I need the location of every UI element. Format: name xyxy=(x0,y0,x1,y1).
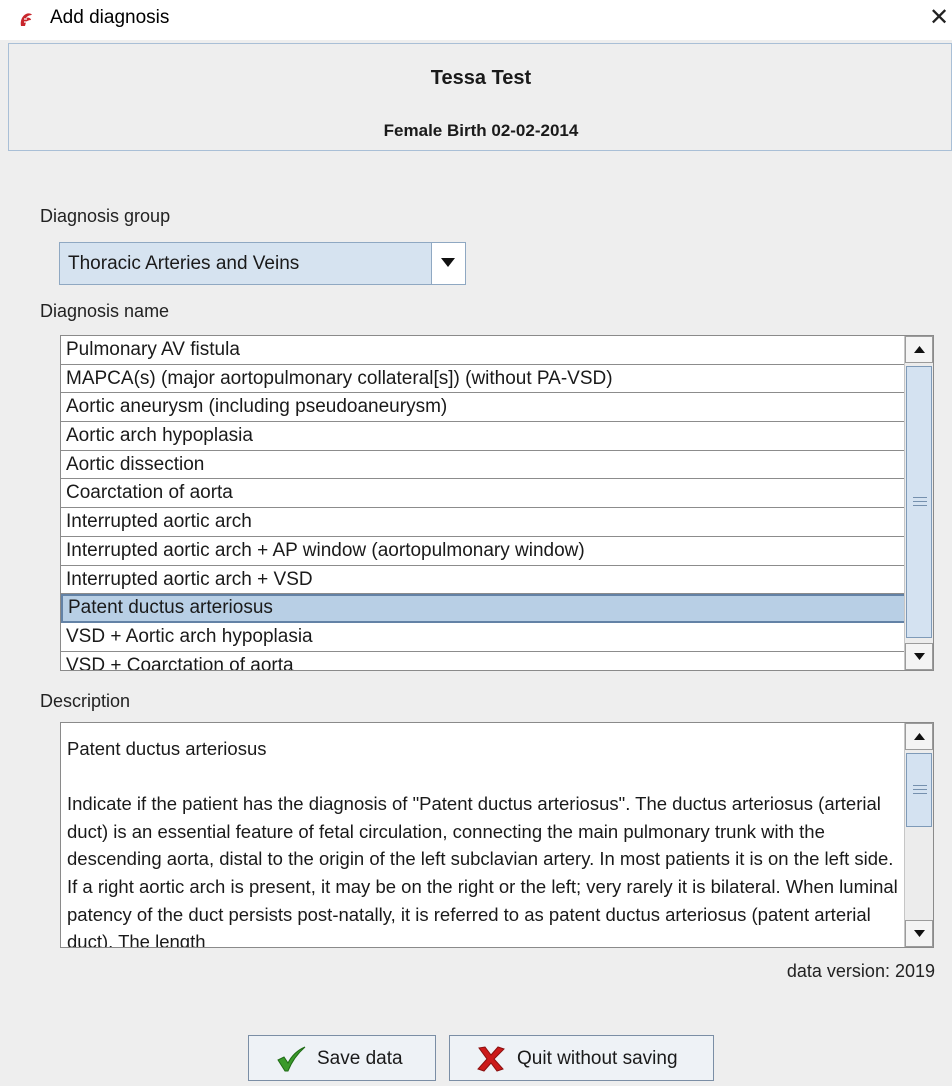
description-textarea[interactable]: Patent ductus arteriosus Indicate if the… xyxy=(60,722,934,948)
list-item[interactable]: Pulmonary AV fistula xyxy=(61,336,906,365)
scroll-down-button[interactable] xyxy=(905,920,933,947)
diagnosis-name-label: Diagnosis name xyxy=(40,301,170,321)
save-button[interactable]: Save data xyxy=(248,1035,436,1081)
chevron-down-icon xyxy=(441,258,455,267)
arrow-up-icon xyxy=(914,733,925,740)
description-text: Patent ductus arteriosus Indicate if the… xyxy=(67,735,902,948)
diagnosis-group-value: Thoracic Arteries and Veins xyxy=(68,253,300,274)
data-version: data version: 2019 xyxy=(786,961,935,981)
description-label: Description xyxy=(40,691,131,711)
list-item[interactable]: Interrupted aortic arch xyxy=(61,508,906,537)
list-item[interactable]: Interrupted aortic arch + AP window (aor… xyxy=(61,537,906,566)
quit-button-label: Quit without saving xyxy=(517,1048,678,1069)
patient-name: Tessa Test xyxy=(430,67,532,89)
list-item[interactable]: Patent ductus arteriosus xyxy=(61,594,906,623)
dropdown-arrow-button[interactable] xyxy=(431,243,465,284)
diagnosis-group-label: Diagnosis group xyxy=(40,206,171,226)
checkmark-icon xyxy=(276,1046,306,1077)
list-item[interactable]: Coarctation of aorta xyxy=(61,479,906,509)
quit-button[interactable]: Quit without saving xyxy=(449,1035,714,1081)
arrow-down-icon xyxy=(914,930,925,937)
description-scrollbar[interactable] xyxy=(904,723,933,947)
list-item[interactable]: Aortic dissection xyxy=(61,451,906,480)
patient-details: Female Birth 02-02-2014 xyxy=(383,121,579,140)
close-icon[interactable]: ✕ xyxy=(926,4,952,32)
list-item[interactable]: VSD + Aortic arch hypoplasia xyxy=(61,623,906,652)
x-icon xyxy=(477,1046,505,1077)
description-body: Indicate if the patient has the diagnosi… xyxy=(67,793,898,948)
diagnosis-group-select[interactable]: Thoracic Arteries and Veins xyxy=(59,242,466,285)
title-bar: Add diagnosis ✕ xyxy=(0,0,952,40)
scroll-up-button[interactable] xyxy=(905,336,933,363)
scroll-up-button[interactable] xyxy=(905,723,933,750)
app-icon xyxy=(18,10,36,28)
diagnosis-list-rows: Pulmonary AV fistula MAPCA(s) (major aort… xyxy=(61,336,906,670)
scroll-thumb[interactable] xyxy=(906,753,932,827)
scroll-down-button[interactable] xyxy=(905,643,933,670)
list-item[interactable]: Interrupted aortic arch + VSD xyxy=(61,566,906,595)
list-scrollbar[interactable] xyxy=(904,336,933,670)
diagnosis-name-list[interactable]: Pulmonary AV fistula MAPCA(s) (major aort… xyxy=(60,335,934,671)
list-item[interactable]: Aortic arch hypoplasia xyxy=(61,422,906,451)
save-button-label: Save data xyxy=(317,1048,403,1069)
list-item[interactable]: VSD + Coarctation of aorta xyxy=(61,652,906,670)
arrow-up-icon xyxy=(914,346,925,353)
description-title: Patent ductus arteriosus xyxy=(67,738,267,759)
patient-header: Tessa Test Female Birth 02-02-2014 xyxy=(8,43,952,151)
list-item[interactable]: Aortic aneurysm (including pseudoaneurys… xyxy=(61,393,906,423)
scroll-thumb[interactable] xyxy=(906,366,932,638)
list-item[interactable]: MAPCA(s) (major aortopulmonary collatera… xyxy=(61,365,906,394)
window-title: Add diagnosis xyxy=(50,7,170,28)
arrow-down-icon xyxy=(914,653,925,660)
